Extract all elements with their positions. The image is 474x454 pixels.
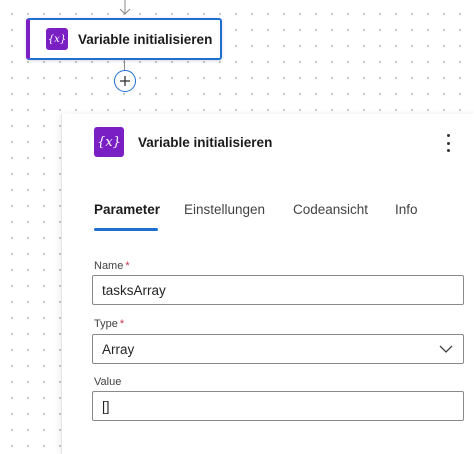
name-field-label: Name * <box>94 260 130 272</box>
name-input[interactable]: tasksArray <box>92 275 464 305</box>
value-input[interactable]: [] <box>92 391 464 421</box>
tab-parameter[interactable]: Parameter <box>94 202 160 217</box>
type-field-label: Type * <box>94 318 125 330</box>
plus-circle-icon <box>120 76 130 86</box>
value-field-label: Value <box>94 376 122 388</box>
active-tab-indicator <box>94 228 158 231</box>
tab-codeansicht[interactable]: Codeansicht <box>293 202 368 217</box>
panel-header: {x} Variable initialisieren <box>94 127 272 157</box>
add-step-button[interactable] <box>114 70 136 92</box>
flow-arrow-icon <box>119 0 131 15</box>
variable-braces-icon: {x} <box>94 127 124 157</box>
type-select[interactable]: Array <box>92 334 464 364</box>
value-input-value: [] <box>102 398 110 414</box>
required-marker: * <box>119 318 125 330</box>
chevron-down-icon <box>439 345 453 353</box>
node-title: Variable initialisieren <box>78 31 213 47</box>
connector-line <box>124 60 125 70</box>
panel-title: Variable initialisieren <box>138 134 273 150</box>
tab-einstellungen[interactable]: Einstellungen <box>184 202 265 217</box>
action-node-variable-initialisieren[interactable]: {x} Variable initialisieren <box>26 18 222 60</box>
required-marker: * <box>125 260 130 272</box>
tab-info[interactable]: Info <box>395 202 418 217</box>
name-input-value: tasksArray <box>102 282 166 298</box>
type-select-value: Array <box>102 341 135 357</box>
more-vertical-icon[interactable] <box>442 134 454 152</box>
variable-braces-icon: {x} <box>46 28 68 50</box>
action-details-panel: {x} Variable initialisieren Parameter Ei… <box>61 114 474 454</box>
